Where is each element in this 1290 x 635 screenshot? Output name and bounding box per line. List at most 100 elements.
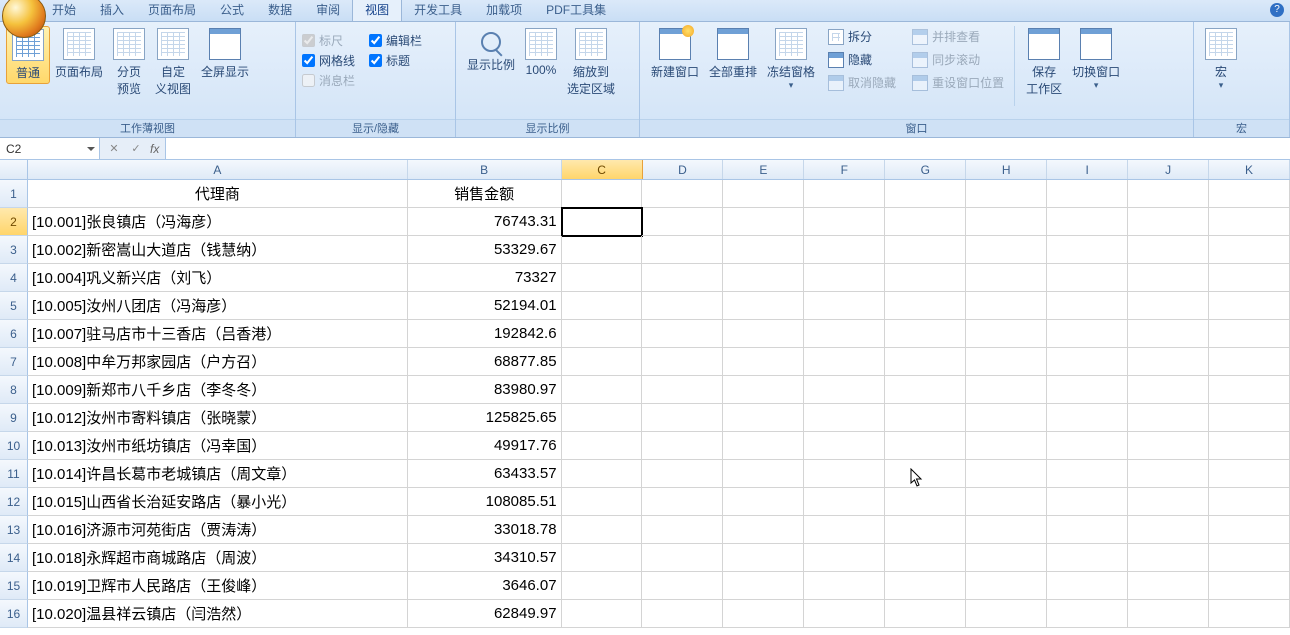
cell[interactable] [642,572,723,600]
cell[interactable] [642,376,723,404]
cell[interactable] [1128,488,1209,516]
cell[interactable] [804,600,885,628]
col-header-A[interactable]: A [28,160,408,179]
cell[interactable] [1047,572,1128,600]
cell[interactable] [642,348,723,376]
cell[interactable] [642,600,723,628]
cell[interactable] [1128,516,1209,544]
row-header[interactable]: 2 [0,208,28,236]
cell[interactable]: [10.016]济源市河苑街店（贾涛涛） [28,516,408,544]
cell[interactable] [1209,376,1290,404]
cell[interactable]: 33018.78 [408,516,562,544]
cell[interactable] [642,180,723,208]
cell[interactable]: 49917.76 [408,432,562,460]
cell[interactable] [966,572,1047,600]
cell[interactable]: 73327 [408,264,562,292]
new-window-button[interactable]: 新建窗口 [646,26,704,82]
cell[interactable] [804,460,885,488]
cell[interactable] [885,292,966,320]
cell[interactable] [804,180,885,208]
cell[interactable] [804,292,885,320]
cell[interactable] [804,572,885,600]
cell[interactable] [885,600,966,628]
col-header-B[interactable]: B [408,160,562,179]
col-header-K[interactable]: K [1209,160,1290,179]
cell[interactable]: [10.019]卫辉市人民路店（王俊峰） [28,572,408,600]
row-header[interactable]: 7 [0,348,28,376]
cell[interactable] [966,544,1047,572]
chk-formulabar[interactable]: 编辑栏 [369,32,422,49]
tab-data[interactable]: 数据 [256,0,304,21]
cell[interactable] [1047,264,1128,292]
cell[interactable] [1047,236,1128,264]
cell[interactable] [966,236,1047,264]
cell[interactable] [723,376,804,404]
cell[interactable] [562,432,643,460]
view-fullscreen-button[interactable]: 全屏显示 [196,26,254,82]
cell[interactable] [1128,432,1209,460]
cell[interactable] [562,236,643,264]
cell[interactable] [885,432,966,460]
cell[interactable] [804,432,885,460]
cell[interactable] [804,264,885,292]
cell[interactable] [1047,460,1128,488]
cell[interactable]: 63433.57 [408,460,562,488]
help-icon[interactable]: ? [1270,3,1284,17]
cell[interactable] [562,404,643,432]
cell[interactable] [1047,348,1128,376]
cell[interactable]: [10.001]张良镇店（冯海彦） [28,208,408,236]
cell[interactable] [885,516,966,544]
cell[interactable] [885,320,966,348]
cell[interactable] [966,516,1047,544]
cell[interactable] [1128,292,1209,320]
cell[interactable] [1209,544,1290,572]
cell[interactable] [804,516,885,544]
cell[interactable]: 125825.65 [408,404,562,432]
row-header[interactable]: 5 [0,292,28,320]
cell[interactable] [966,460,1047,488]
cell[interactable] [966,432,1047,460]
cell[interactable]: 62849.97 [408,600,562,628]
cell[interactable] [1047,600,1128,628]
formula-input[interactable] [165,138,1290,159]
cell[interactable] [723,208,804,236]
cell[interactable] [1209,488,1290,516]
cell[interactable] [885,544,966,572]
cell[interactable] [723,516,804,544]
cell[interactable] [1128,544,1209,572]
cell[interactable] [723,572,804,600]
chk-gridlines[interactable]: 网格线 [302,52,355,69]
cell[interactable] [1128,572,1209,600]
col-header-H[interactable]: H [966,160,1047,179]
col-header-J[interactable]: J [1128,160,1209,179]
freeze-panes-button[interactable]: 冻结窗格 ▾ [762,26,820,93]
cell[interactable]: [10.015]山西省长治延安路店（暴小光） [28,488,408,516]
cell[interactable]: 3646.07 [408,572,562,600]
cell[interactable] [885,180,966,208]
cell[interactable] [642,544,723,572]
cell[interactable]: [10.018]永辉超市商城路店（周波） [28,544,408,572]
cell[interactable] [562,376,643,404]
cell[interactable]: 53329.67 [408,236,562,264]
cell[interactable] [723,348,804,376]
cell[interactable] [723,292,804,320]
cell[interactable] [562,488,643,516]
cell[interactable] [642,264,723,292]
cell[interactable] [1209,320,1290,348]
col-header-D[interactable]: D [643,160,724,179]
cell[interactable] [642,236,723,264]
cell[interactable]: 52194.01 [408,292,562,320]
cell[interactable] [1209,180,1290,208]
select-all-corner[interactable] [0,160,28,179]
cell[interactable] [885,376,966,404]
tab-start[interactable]: 开始 [40,0,88,21]
tab-insert[interactable]: 插入 [88,0,136,21]
cell[interactable] [804,208,885,236]
cell[interactable] [1047,208,1128,236]
cell[interactable] [1047,432,1128,460]
row-header[interactable]: 11 [0,460,28,488]
cell[interactable] [885,348,966,376]
cell[interactable] [1128,460,1209,488]
row-header[interactable]: 15 [0,572,28,600]
cell[interactable]: [10.005]汝州八团店（冯海彦） [28,292,408,320]
